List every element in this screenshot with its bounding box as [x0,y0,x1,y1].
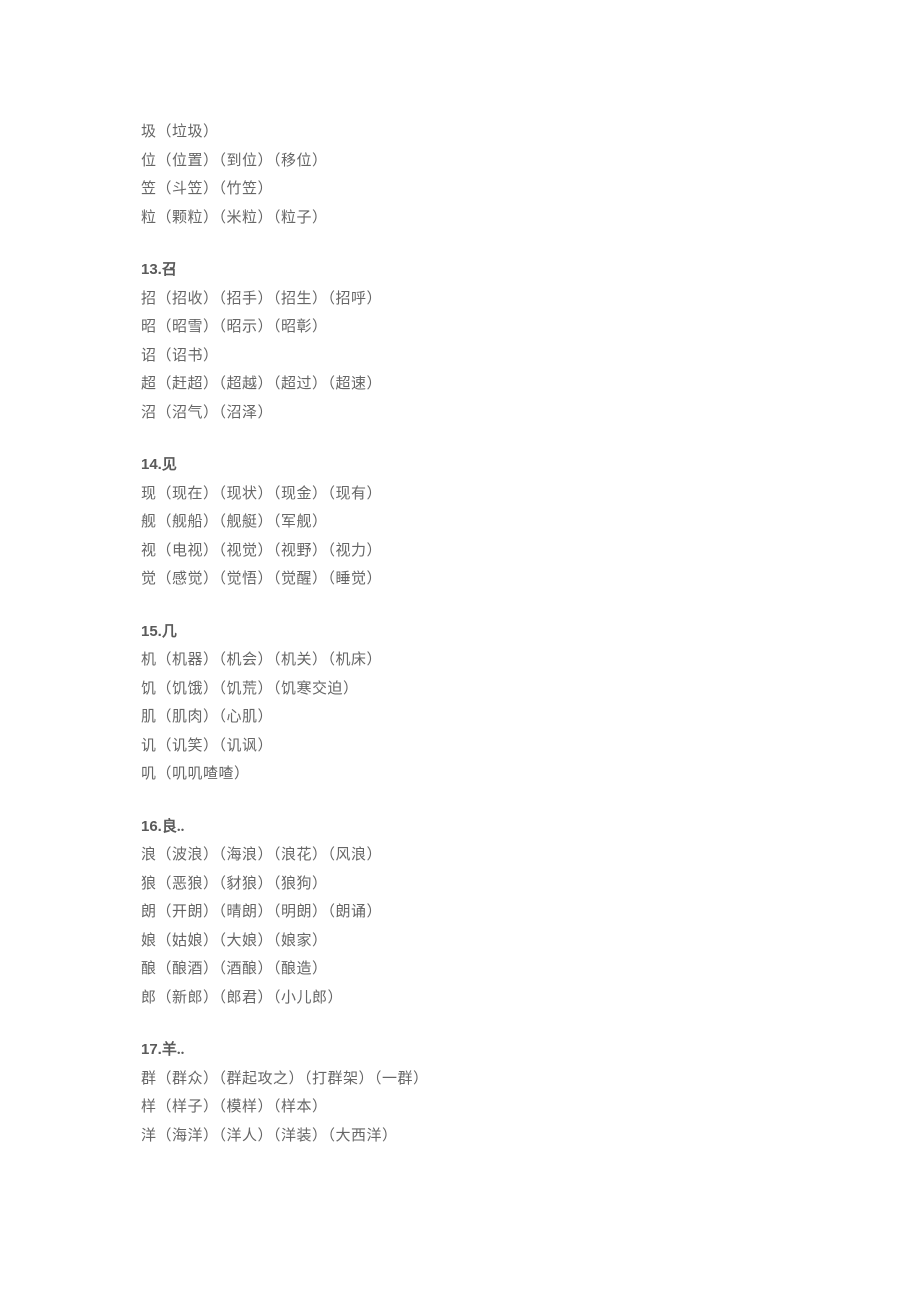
section-heading: 13.召 [141,256,779,285]
content-line: 浪（波浪）（海浪）（浪花）（风浪） [141,841,779,870]
content-line: 讥（讥笑）（讥讽） [141,732,779,761]
content-line: 饥（饥饿）（饥荒）（饥寒交迫） [141,675,779,704]
content-line: 笠（斗笠）（竹笠） [141,175,779,204]
section-heading: 15.几 [141,618,779,647]
content-line: 舰（舰船）（舰艇）（军舰） [141,508,779,537]
content-line: 样（样子）（模样）（样本） [141,1093,779,1122]
content-line: 群（群众）（群起攻之）（打群架）（一群） [141,1065,779,1094]
content-line: 现（现在）（现状）（现金）（现有） [141,480,779,509]
content-line: 粒（颗粒）（米粒）（粒子） [141,204,779,233]
content-line: 招（招收）（招手）（招生）（招呼） [141,285,779,314]
content-line: 酿（酿酒）（酒酿）（酿造） [141,955,779,984]
content-line: 机（机器）（机会）（机关）（机床） [141,646,779,675]
section: 13.召招（招收）（招手）（招生）（招呼）昭（昭雪）（昭示）（昭彰）诏（诏书）超… [141,256,779,427]
content-line: 诏（诏书） [141,342,779,371]
content-line: 位（位置）（到位）（移位） [141,147,779,176]
content-line: 郎（新郎）（郎君）（小儿郎） [141,984,779,1013]
content-line: 叽（叽叽喳喳） [141,760,779,789]
section: 17.羊..群（群众）（群起攻之）（打群架）（一群）样（样子）（模样）（样本）洋… [141,1036,779,1150]
section: 圾（垃圾）位（位置）（到位）（移位）笠（斗笠）（竹笠）粒（颗粒）（米粒）（粒子） [141,118,779,232]
section-heading: 16.良.. [141,813,779,842]
content-line: 洋（海洋）（洋人）（洋装）（大西洋） [141,1122,779,1151]
content-line: 肌（肌肉）（心肌） [141,703,779,732]
content-line: 娘（姑娘）（大娘）（娘家） [141,927,779,956]
section: 14.见现（现在）（现状）（现金）（现有）舰（舰船）（舰艇）（军舰）视（电视）（… [141,451,779,594]
content-line: 昭（昭雪）（昭示）（昭彰） [141,313,779,342]
content-line: 朗（开朗）（晴朗）（明朗）（朗诵） [141,898,779,927]
content-line: 狼（恶狼）（豺狼）（狼狗） [141,870,779,899]
section: 15.几机（机器）（机会）（机关）（机床）饥（饥饿）（饥荒）（饥寒交迫）肌（肌肉… [141,618,779,789]
section-heading: 17.羊.. [141,1036,779,1065]
section-heading: 14.见 [141,451,779,480]
section: 16.良..浪（波浪）（海浪）（浪花）（风浪）狼（恶狼）（豺狼）（狼狗）朗（开朗… [141,813,779,1013]
content-line: 圾（垃圾） [141,118,779,147]
content-line: 觉（感觉）（觉悟）（觉醒）（睡觉） [141,565,779,594]
content-line: 视（电视）（视觉）（视野）（视力） [141,537,779,566]
content-line: 沼（沼气）（沼泽） [141,399,779,428]
content-line: 超（赶超）（超越）（超过）（超速） [141,370,779,399]
